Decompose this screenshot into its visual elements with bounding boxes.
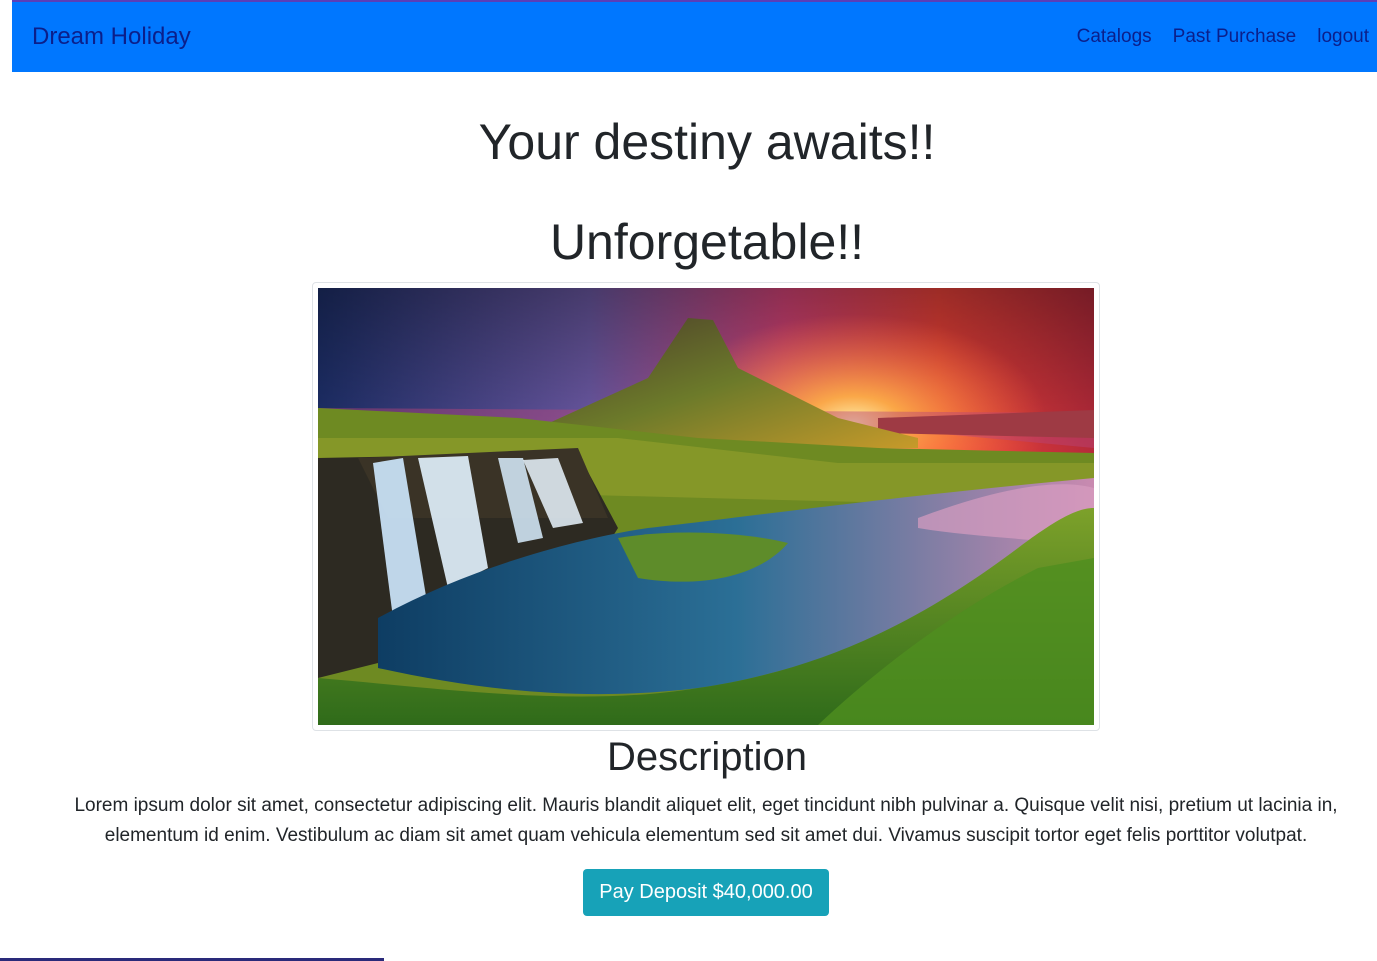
pay-deposit-button[interactable]: Pay Deposit $40,000.00 xyxy=(583,869,829,916)
nav-links: Catalogs Past Purchase logout xyxy=(1056,26,1369,48)
brand-link[interactable]: Dream Holiday xyxy=(32,23,191,51)
description-title: Description xyxy=(606,735,808,779)
page-heading: Your destiny awaits!! xyxy=(478,114,936,170)
nav-link-catalogs[interactable]: Catalogs xyxy=(1077,26,1152,48)
nav-link-logout[interactable]: logout xyxy=(1317,26,1369,48)
landscape-illustration xyxy=(318,288,1094,725)
destination-image xyxy=(312,282,1100,731)
description-text: Lorem ipsum dolor sit amet, consectetur … xyxy=(74,795,1338,846)
nav-link-past-purchase[interactable]: Past Purchase xyxy=(1173,26,1297,48)
page-subheading: Unforgetable!! xyxy=(549,214,865,270)
navbar: Dream Holiday Catalogs Past Purchase log… xyxy=(12,2,1377,72)
